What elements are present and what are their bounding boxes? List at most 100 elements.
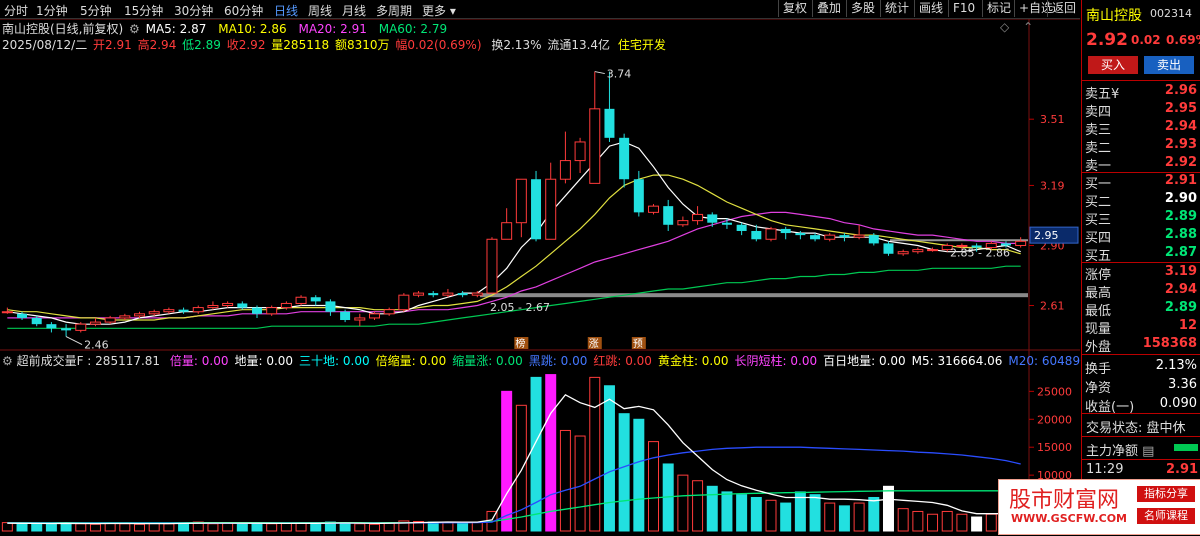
ask-row[interactable]: 卖五¥ 2.96 bbox=[1085, 83, 1199, 102]
bid-row[interactable]: 买二 2.90 bbox=[1085, 191, 1199, 210]
volume-bar bbox=[559, 429, 571, 532]
period-0[interactable]: 分时 bbox=[4, 2, 28, 19]
chevron-up-icon[interactable]: ⌃ bbox=[1023, 20, 1033, 34]
candle-body bbox=[192, 307, 204, 313]
candle-body bbox=[486, 238, 498, 294]
open-label: 开2.91 bbox=[93, 38, 132, 52]
period-9[interactable]: 多周期 bbox=[376, 2, 412, 19]
sell-button[interactable]: 卖出 bbox=[1144, 56, 1194, 74]
toolbar-button-0[interactable]: 复权 bbox=[778, 0, 811, 17]
settings-icon[interactable]: ⚙ bbox=[2, 354, 13, 368]
volume-bar bbox=[633, 418, 645, 532]
ask-row[interactable]: 卖二 2.93 bbox=[1085, 137, 1199, 156]
ask-label: 卖四 bbox=[1085, 105, 1112, 120]
candle-body bbox=[619, 137, 630, 180]
range-annotation: 2.85 - 2.86 bbox=[950, 246, 1010, 259]
candle-body bbox=[824, 234, 836, 240]
amount-label: 额8310万 bbox=[334, 38, 390, 52]
price-change: 0.02 bbox=[1131, 33, 1161, 47]
candle-body bbox=[883, 243, 894, 254]
price-axis-label: 3.19 bbox=[1040, 179, 1065, 192]
bid-row[interactable]: 买三 2.89 bbox=[1085, 209, 1199, 228]
volume-bar bbox=[736, 494, 748, 532]
ask-row[interactable]: 卖一 2.92 bbox=[1085, 155, 1199, 174]
divider bbox=[1082, 354, 1200, 355]
candle-body bbox=[413, 292, 425, 296]
volume-bar bbox=[310, 523, 322, 532]
bid-row[interactable]: 买一 2.91 bbox=[1085, 173, 1199, 192]
bid-label: 买四 bbox=[1085, 231, 1112, 246]
quote-panel: 南山控股 002314 2.92 0.02 0.69% 买入 卖出 卖五¥ 2.9… bbox=[1081, 0, 1200, 533]
low-pointer bbox=[65, 336, 83, 346]
indicator-item-10: M5: 316664.06 bbox=[911, 354, 1003, 368]
float-label: 流通13.4亿 bbox=[547, 38, 611, 52]
period-8[interactable]: 月线 bbox=[342, 2, 366, 19]
period-1[interactable]: 1分钟 bbox=[36, 2, 68, 19]
stat2-label: 换手 bbox=[1085, 362, 1112, 377]
volume-bar bbox=[515, 404, 527, 532]
stat-row: 涨停 3.19 bbox=[1085, 264, 1199, 283]
period-2[interactable]: 5分钟 bbox=[80, 2, 112, 19]
volume-bar bbox=[280, 522, 292, 532]
volume-bar bbox=[471, 521, 483, 532]
chart-title-row: 南山控股(日线,前复权) ⚙ MA5: 2.87 MA10: 2.86 MA20… bbox=[2, 20, 447, 37]
candle-body bbox=[368, 313, 380, 319]
bid-row[interactable]: 买五 2.87 bbox=[1085, 245, 1199, 264]
period-3[interactable]: 15分钟 bbox=[124, 2, 163, 19]
candle-body bbox=[545, 178, 557, 240]
bid-label: 买一 bbox=[1085, 177, 1112, 192]
candle-body bbox=[31, 317, 42, 325]
toolbar-button-8[interactable]: 返回 bbox=[1047, 0, 1080, 17]
buy-button[interactable]: 买入 bbox=[1088, 56, 1138, 74]
period-4[interactable]: 30分钟 bbox=[174, 2, 213, 19]
candle-body bbox=[252, 307, 262, 314]
period-5[interactable]: 60分钟 bbox=[224, 2, 263, 19]
volume-bar bbox=[677, 474, 689, 532]
diamond-icon[interactable]: ◇ bbox=[1000, 20, 1009, 34]
period-10[interactable]: 更多 ▾ bbox=[422, 2, 456, 19]
ask-row[interactable]: 卖四 2.95 bbox=[1085, 101, 1199, 120]
toolbar-button-1[interactable]: 叠加 bbox=[812, 0, 845, 17]
watermark: 股市财富网 WWW.GSCFW.COM 指标分享 名师课程 bbox=[998, 479, 1200, 535]
event-tag: 预 bbox=[633, 338, 643, 350]
indicator-item-3: 倍缩量: 0.00 bbox=[375, 354, 447, 368]
candle-body bbox=[853, 234, 865, 238]
toolbar-button-2[interactable]: 多股 bbox=[846, 0, 879, 17]
volume-bar bbox=[721, 491, 733, 532]
toolbar-button-3[interactable]: 统计 bbox=[880, 0, 913, 17]
indicator-item-1: 地量: 0.00 bbox=[234, 354, 294, 368]
volume-bar bbox=[354, 523, 366, 532]
toolbar-button-6[interactable]: 标记 bbox=[982, 0, 1015, 17]
stat-value: 2.94 bbox=[1164, 282, 1197, 297]
stat-label: 外盘 bbox=[1085, 340, 1112, 355]
candle-body bbox=[574, 141, 586, 162]
period-6[interactable]: 日线 bbox=[274, 2, 298, 19]
volume-bar bbox=[530, 376, 542, 532]
list-icon[interactable]: ▤ bbox=[1142, 444, 1154, 459]
ask-row[interactable]: 卖三 2.94 bbox=[1085, 119, 1199, 138]
volume-bar bbox=[148, 522, 160, 532]
flow-bar bbox=[1174, 444, 1198, 451]
stat-value: 12 bbox=[1178, 318, 1197, 333]
chart-title: 南山控股(日线,前复权) bbox=[2, 22, 124, 36]
tick-time: 11:29 bbox=[1086, 462, 1124, 477]
candle-body bbox=[559, 160, 571, 180]
candle-body bbox=[795, 233, 806, 236]
period-7[interactable]: 周线 bbox=[308, 2, 332, 19]
bid-row[interactable]: 买四 2.88 bbox=[1085, 227, 1199, 246]
candle-body bbox=[471, 292, 483, 296]
volume-bar bbox=[927, 513, 939, 532]
candle-body bbox=[501, 222, 513, 240]
date-label: 2025/08/12/二 bbox=[2, 38, 88, 52]
volume-bar bbox=[442, 522, 454, 532]
toolbar-button-4[interactable]: 画线 bbox=[914, 0, 947, 17]
current-price: 2.92 bbox=[1086, 30, 1128, 50]
toolbar-button-5[interactable]: F10 bbox=[948, 0, 979, 17]
stat-label: 最低 bbox=[1085, 304, 1112, 319]
volume-bar bbox=[31, 523, 43, 532]
settings-icon[interactable]: ⚙ bbox=[129, 22, 140, 36]
volume-bar bbox=[868, 496, 880, 532]
indicator-item-2: 三十地: 0.00 bbox=[299, 354, 370, 368]
sector-label[interactable]: 住宅开发 bbox=[618, 38, 666, 52]
candle-body bbox=[163, 309, 175, 313]
